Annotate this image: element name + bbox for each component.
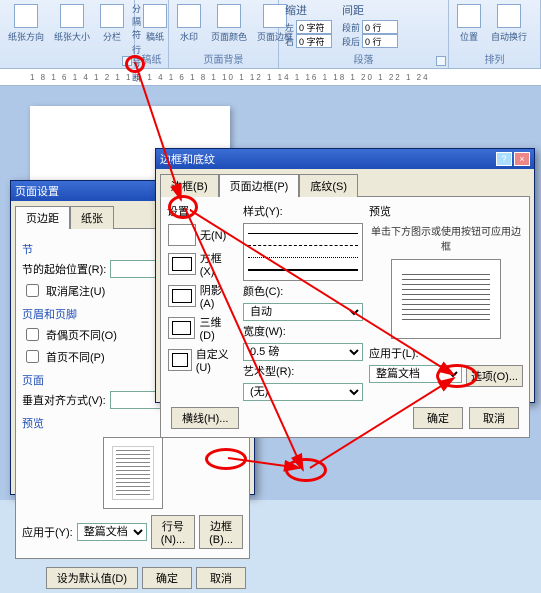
orientation-button[interactable]: 纸张方向 bbox=[6, 2, 46, 45]
border-shading-dialog: 边框和底纹 ? × 边框(B) 页面边框(P) 底纹(S) 设置: 无(N) 方… bbox=[155, 148, 535, 403]
bd-tab-page-border[interactable]: 页面边框(P) bbox=[219, 174, 300, 197]
ps-suppress-endnotes-check[interactable] bbox=[26, 284, 39, 297]
bd-opt-custom[interactable]: 自定义(U) bbox=[167, 345, 237, 375]
ps-title: 页面设置 bbox=[15, 183, 59, 199]
wrap-button[interactable]: 自动换行 bbox=[489, 2, 529, 45]
bd-style-list[interactable] bbox=[243, 223, 363, 281]
indent-left-input[interactable] bbox=[296, 20, 332, 34]
ps-ok-button[interactable]: 确定 bbox=[142, 567, 192, 589]
bd-setting-label: 设置: bbox=[167, 203, 237, 219]
bd-hline-button[interactable]: 横线(H)... bbox=[171, 407, 239, 429]
bd-opt-none[interactable]: 无(N) bbox=[167, 223, 237, 247]
bd-color-label: 颜色(C): bbox=[243, 283, 363, 299]
paragraph-launcher[interactable] bbox=[436, 56, 446, 66]
group-label-arrange: 排列 bbox=[455, 49, 534, 66]
bd-preview-label: 预览 bbox=[369, 203, 523, 219]
bd-art-select[interactable]: (无) bbox=[243, 383, 363, 401]
page-color-button[interactable]: 页面颜色 bbox=[209, 2, 249, 45]
bd-art-label: 艺术型(R): bbox=[243, 363, 363, 379]
bd-options-button[interactable]: 选项(O)... bbox=[466, 365, 523, 387]
ps-default-button[interactable]: 设为默认值(D) bbox=[46, 567, 138, 589]
group-label-background: 页面背景 bbox=[175, 49, 272, 66]
bd-titlebar[interactable]: 边框和底纹 ? × bbox=[156, 149, 534, 169]
bd-style-label: 样式(Y): bbox=[243, 203, 363, 219]
ps-tab-margins[interactable]: 页边距 bbox=[15, 206, 70, 229]
bd-width-select[interactable]: 0.5 磅 bbox=[243, 343, 363, 361]
line-numbers-button[interactable]: 行号 bbox=[132, 43, 141, 69]
bd-preview-hint: 单击下方图示或使用按钮可应用边框 bbox=[369, 223, 523, 253]
indent-right-input[interactable] bbox=[296, 34, 332, 48]
position-button[interactable]: 位置 bbox=[455, 2, 483, 45]
group-label-paper: 稿纸 bbox=[141, 49, 162, 66]
bd-width-label: 宽度(W): bbox=[243, 323, 363, 339]
ps-odd-even-check[interactable] bbox=[26, 328, 39, 341]
ps-first-page-check[interactable] bbox=[26, 350, 39, 363]
bd-opt-3d[interactable]: 三维(D) bbox=[167, 313, 237, 343]
spacing-before-input[interactable] bbox=[362, 20, 398, 34]
ps-tab-paper[interactable]: 纸张 bbox=[70, 206, 114, 229]
ps-preview bbox=[103, 437, 163, 509]
close-icon[interactable]: × bbox=[514, 152, 530, 166]
group-label-paragraph: 段落 bbox=[285, 49, 442, 66]
bd-color-select[interactable]: 自动 bbox=[243, 303, 363, 321]
bd-ok-button[interactable]: 确定 bbox=[413, 407, 463, 429]
bd-opt-box[interactable]: 方框(X) bbox=[167, 249, 237, 279]
ps-cancel-button[interactable]: 取消 bbox=[196, 567, 246, 589]
bd-cancel-button[interactable]: 取消 bbox=[469, 407, 519, 429]
bd-opt-shadow[interactable]: 阴影(A) bbox=[167, 281, 237, 311]
paper-button[interactable]: 稿纸 bbox=[141, 2, 169, 45]
bd-tab-border[interactable]: 边框(B) bbox=[160, 174, 219, 197]
help-icon[interactable]: ? bbox=[496, 152, 512, 166]
bd-apply-label: 应用于(L): bbox=[369, 345, 523, 361]
bd-preview[interactable] bbox=[391, 259, 501, 339]
spacing-after-input[interactable] bbox=[362, 34, 398, 48]
bd-apply-select[interactable]: 整篇文档 bbox=[369, 365, 462, 383]
size-button[interactable]: 纸张大小 bbox=[52, 2, 92, 45]
ps-border-button[interactable]: 边框(B)... bbox=[199, 515, 243, 549]
watermark-button[interactable]: 水印 bbox=[175, 2, 203, 45]
indent-label: 缩进 bbox=[285, 2, 332, 18]
columns-button[interactable]: 分栏 bbox=[98, 2, 126, 45]
bd-title: 边框和底纹 bbox=[160, 151, 215, 167]
spacing-label: 间距 bbox=[342, 2, 398, 18]
ps-apply-select[interactable]: 整篇文档 bbox=[77, 523, 147, 541]
page-setup-launcher[interactable] bbox=[122, 56, 132, 66]
bd-tab-shading[interactable]: 底纹(S) bbox=[299, 174, 358, 197]
ps-line-no-button[interactable]: 行号(N)... bbox=[151, 515, 195, 549]
breaks-button[interactable]: 分隔符 bbox=[132, 2, 141, 41]
ribbon: 纸张方向 纸张大小 分栏 分隔符 行号 断字 页面设置 稿纸 稿纸 水印 页面颜… bbox=[0, 0, 541, 68]
